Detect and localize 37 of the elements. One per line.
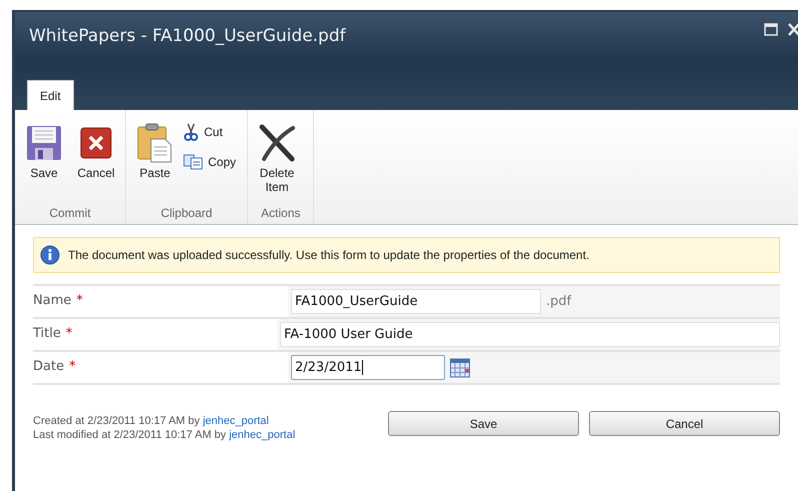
window-title: WhitePapers - FA1000_UserGuide.pdf <box>29 25 346 48</box>
field-label: Name <box>33 292 72 310</box>
copy-icon <box>183 154 203 170</box>
field-label: Date <box>33 358 64 376</box>
input-field[interactable]: FA-1000 User Guide <box>280 322 780 347</box>
ribbon-button[interactable]: Save <box>20 122 68 180</box>
cancel-icon <box>80 127 112 159</box>
required-mark: * <box>69 358 76 376</box>
scissors-icon <box>183 123 199 141</box>
required-mark: * <box>76 292 83 310</box>
clipboard-icon <box>137 123 173 163</box>
input-field[interactable]: 2/23/2011 <box>291 355 445 380</box>
tab[interactable]: Edit <box>27 80 74 110</box>
group-label: Clipboard <box>160 205 214 222</box>
user-link[interactable]: jenhec_portal <box>229 429 296 441</box>
ribbon-button[interactable]: Cancel <box>72 122 120 180</box>
ribbon-button[interactable]: Copy <box>183 152 236 172</box>
group-label: Commit <box>48 205 92 222</box>
group-label: Actions <box>260 205 302 222</box>
user-link[interactable]: jenhec_portal <box>202 415 269 427</box>
maximize-icon[interactable] <box>764 23 778 36</box>
required-mark: * <box>66 325 72 343</box>
footer-text: Last modified at 2/23/2011 10:17 AM by jenhec_portal <box>33 428 296 442</box>
form-button[interactable]: Save <box>388 411 579 436</box>
file-extension: .pdf <box>546 292 572 311</box>
ribbon-button[interactable]: Delete Item <box>253 122 302 194</box>
footer-text: Created at 2/23/2011 10:17 AM by jenhec_portal <box>33 414 270 428</box>
calendar-icon[interactable] <box>450 358 470 378</box>
ribbon-button[interactable]: Paste <box>131 122 179 180</box>
input-field[interactable]: FA1000_UserGuide <box>291 289 541 314</box>
form-button[interactable]: Cancel <box>589 411 780 436</box>
ribbon-button[interactable]: Cut <box>183 122 236 142</box>
info-icon <box>40 245 60 265</box>
close-icon[interactable] <box>788 23 798 36</box>
message-text: The document was uploaded successfully. Use this form to update the properties of the document. <box>68 247 590 264</box>
field-label: Title <box>33 325 61 343</box>
delete-x-icon <box>258 124 296 162</box>
